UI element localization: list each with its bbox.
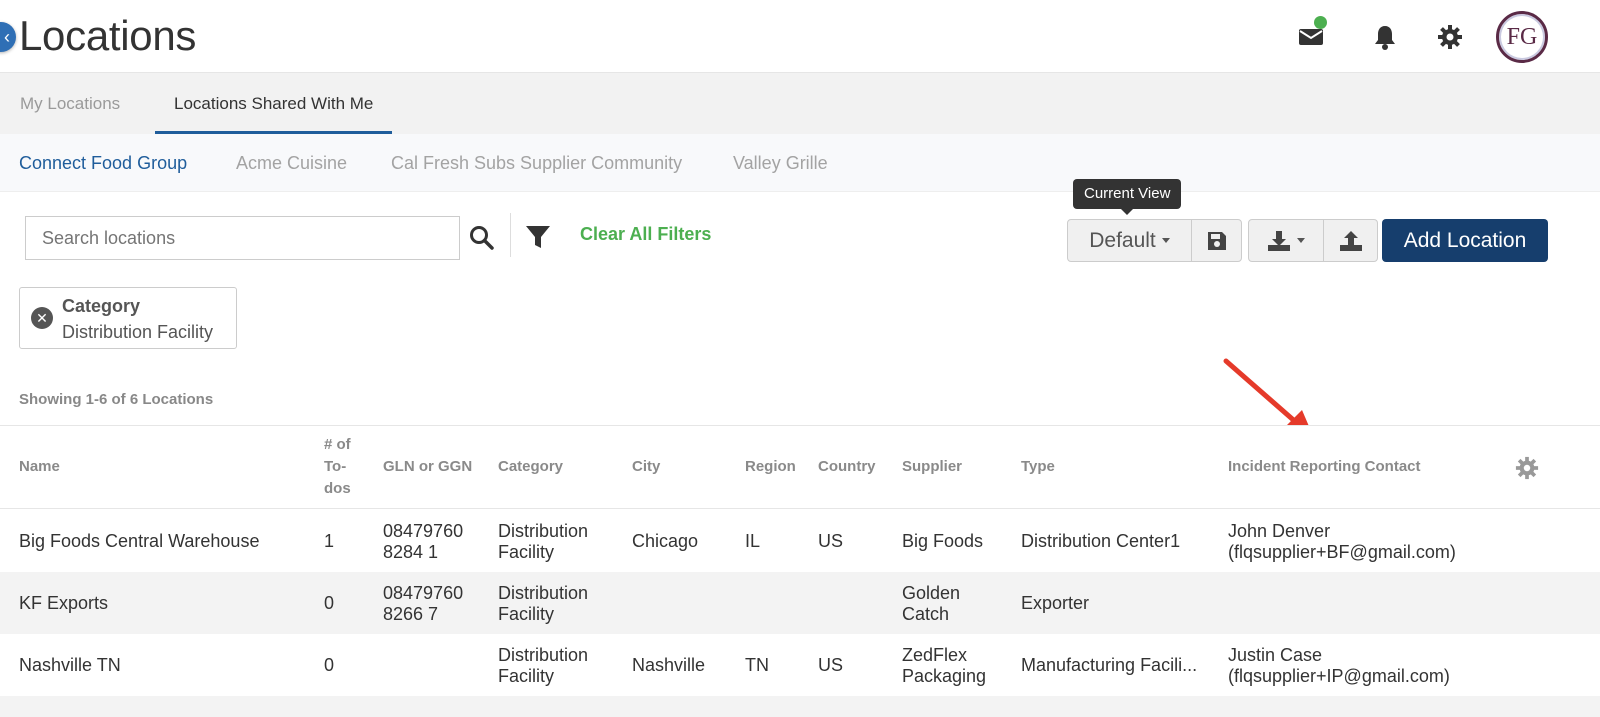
- cell-name[interactable]: Nashville TN: [19, 655, 121, 676]
- table-row[interactable]: Nashville TN 0 Distribution Facility Nash…: [0, 634, 1600, 696]
- clear-all-filters-link[interactable]: Clear All Filters: [580, 224, 711, 245]
- column-header-todos[interactable]: # of To-dos: [324, 434, 364, 500]
- tab-locations-shared-with-me[interactable]: Locations Shared With Me: [155, 73, 393, 135]
- upload-icon: [1339, 230, 1362, 251]
- cell-region: TN: [745, 655, 769, 675]
- chevron-left-icon: ‹: [4, 27, 10, 47]
- cell-name[interactable]: Big Foods Central Warehouse: [19, 531, 259, 552]
- column-header-type[interactable]: Type: [1021, 456, 1055, 478]
- tab-acme-cuisine[interactable]: Acme Cuisine: [236, 134, 347, 192]
- gear-icon: [1438, 25, 1462, 49]
- cell-supplier: Big Foods: [902, 531, 984, 551]
- cell-todos: 0: [324, 655, 335, 675]
- column-header-city[interactable]: City: [632, 456, 660, 478]
- gear-icon: [1515, 456, 1539, 480]
- cell-city: Nashville: [632, 655, 706, 675]
- floppy-disk-icon: [1207, 231, 1226, 250]
- view-label: Default: [1089, 228, 1156, 252]
- tab-connect-food-group[interactable]: Connect Food Group: [19, 134, 187, 192]
- cell-todos: 0: [324, 593, 335, 613]
- caret-down-icon: [1161, 238, 1170, 243]
- download-icon: [1268, 230, 1290, 251]
- import-export-button-group: [1248, 219, 1378, 262]
- cell-incident-contact: Justin Case (flqsupplier+IP@gmail.com): [1228, 645, 1450, 686]
- view-select-button[interactable]: Default: [1068, 220, 1191, 261]
- page-title: Locations: [19, 12, 197, 59]
- cell-country: US: [818, 655, 844, 675]
- filter-button[interactable]: [525, 224, 551, 250]
- settings-button[interactable]: [1435, 22, 1465, 52]
- filter-icon: [526, 226, 550, 248]
- avatar-initials: FG: [1506, 23, 1538, 50]
- unread-indicator: [1314, 16, 1327, 29]
- download-menu-button[interactable]: [1249, 220, 1323, 261]
- cell-name[interactable]: KF Exports: [19, 593, 108, 614]
- remove-filter-icon[interactable]: ✕: [31, 307, 53, 329]
- back-button[interactable]: ‹: [0, 22, 16, 52]
- filter-chip-label: Category: [62, 296, 141, 316]
- column-header-name[interactable]: Name: [19, 456, 60, 478]
- cell-category: Distribution Facility: [498, 583, 589, 624]
- user-avatar[interactable]: FG: [1496, 11, 1548, 63]
- column-header-category[interactable]: Category: [498, 456, 563, 478]
- cell-type: Distribution Center1: [1021, 531, 1181, 551]
- app-header: ‹ Locations FG: [0, 0, 1600, 72]
- tab-valley-grille[interactable]: Valley Grille: [733, 134, 828, 192]
- cell-gln: 08479760 8284 1: [383, 521, 464, 562]
- notifications-button[interactable]: [1370, 22, 1400, 52]
- cell-category: Distribution Facility: [498, 521, 589, 562]
- column-header-supplier[interactable]: Supplier: [902, 456, 962, 478]
- main-tabs: My Locations Locations Shared With Me: [0, 72, 1600, 135]
- cell-incident-contact: John Denver (flqsupplier+BF@gmail.com): [1228, 521, 1456, 562]
- bell-icon: [1375, 26, 1395, 50]
- column-header-gln[interactable]: GLN or GGN: [383, 456, 472, 478]
- cell-region: IL: [745, 531, 761, 551]
- cell-type: Manufacturing Facili...: [1021, 655, 1198, 675]
- messages-button[interactable]: [1296, 16, 1327, 52]
- current-view-tooltip: Current View: [1073, 179, 1182, 215]
- cell-city: Chicago: [632, 531, 699, 551]
- organization-tabs: Connect Food Group Acme Cuisine Cal Fres…: [0, 134, 1600, 192]
- add-location-button[interactable]: Add Location: [1382, 219, 1548, 262]
- cell-country: US: [818, 531, 844, 551]
- table-row[interactable]: Big Foods Central Warehouse 1 08479760 82…: [0, 510, 1600, 572]
- column-header-incident-contact[interactable]: Incident Reporting Contact: [1228, 456, 1421, 478]
- search-button[interactable]: [468, 224, 496, 252]
- save-view-button[interactable]: [1191, 220, 1241, 261]
- column-settings-button[interactable]: [1515, 456, 1539, 480]
- column-header-region[interactable]: Region: [745, 456, 796, 478]
- table-row[interactable]: KF Exports 0 08479760 8266 7 Distribution…: [0, 572, 1600, 634]
- column-header-country[interactable]: Country: [818, 456, 876, 478]
- cell-todos: 1: [324, 531, 335, 551]
- filter-chip: ✕ Category Distribution Facility: [19, 287, 237, 349]
- tab-cal-fresh-subs[interactable]: Cal Fresh Subs Supplier Community: [391, 134, 682, 192]
- cell-gln: 08479760 8266 7: [383, 583, 464, 624]
- table-row[interactable]: [0, 696, 1600, 717]
- caret-down-icon: [1297, 238, 1305, 243]
- tab-my-locations[interactable]: My Locations: [1, 73, 139, 135]
- cell-category: Distribution Facility: [498, 645, 589, 686]
- cell-supplier: ZedFlex Packaging: [902, 645, 987, 686]
- results-summary: Showing 1-6 of 6 Locations: [19, 391, 214, 408]
- toolbar-divider: [510, 213, 511, 257]
- filter-chip-value: Distribution Facility: [62, 322, 214, 342]
- cell-type: Exporter: [1021, 593, 1090, 613]
- search-input[interactable]: [25, 216, 460, 260]
- upload-button[interactable]: [1323, 220, 1377, 261]
- mail-icon: [1299, 29, 1323, 45]
- cell-supplier: Golden Catch: [902, 583, 961, 624]
- search-icon: [470, 226, 494, 250]
- view-button-group: Default: [1067, 219, 1242, 262]
